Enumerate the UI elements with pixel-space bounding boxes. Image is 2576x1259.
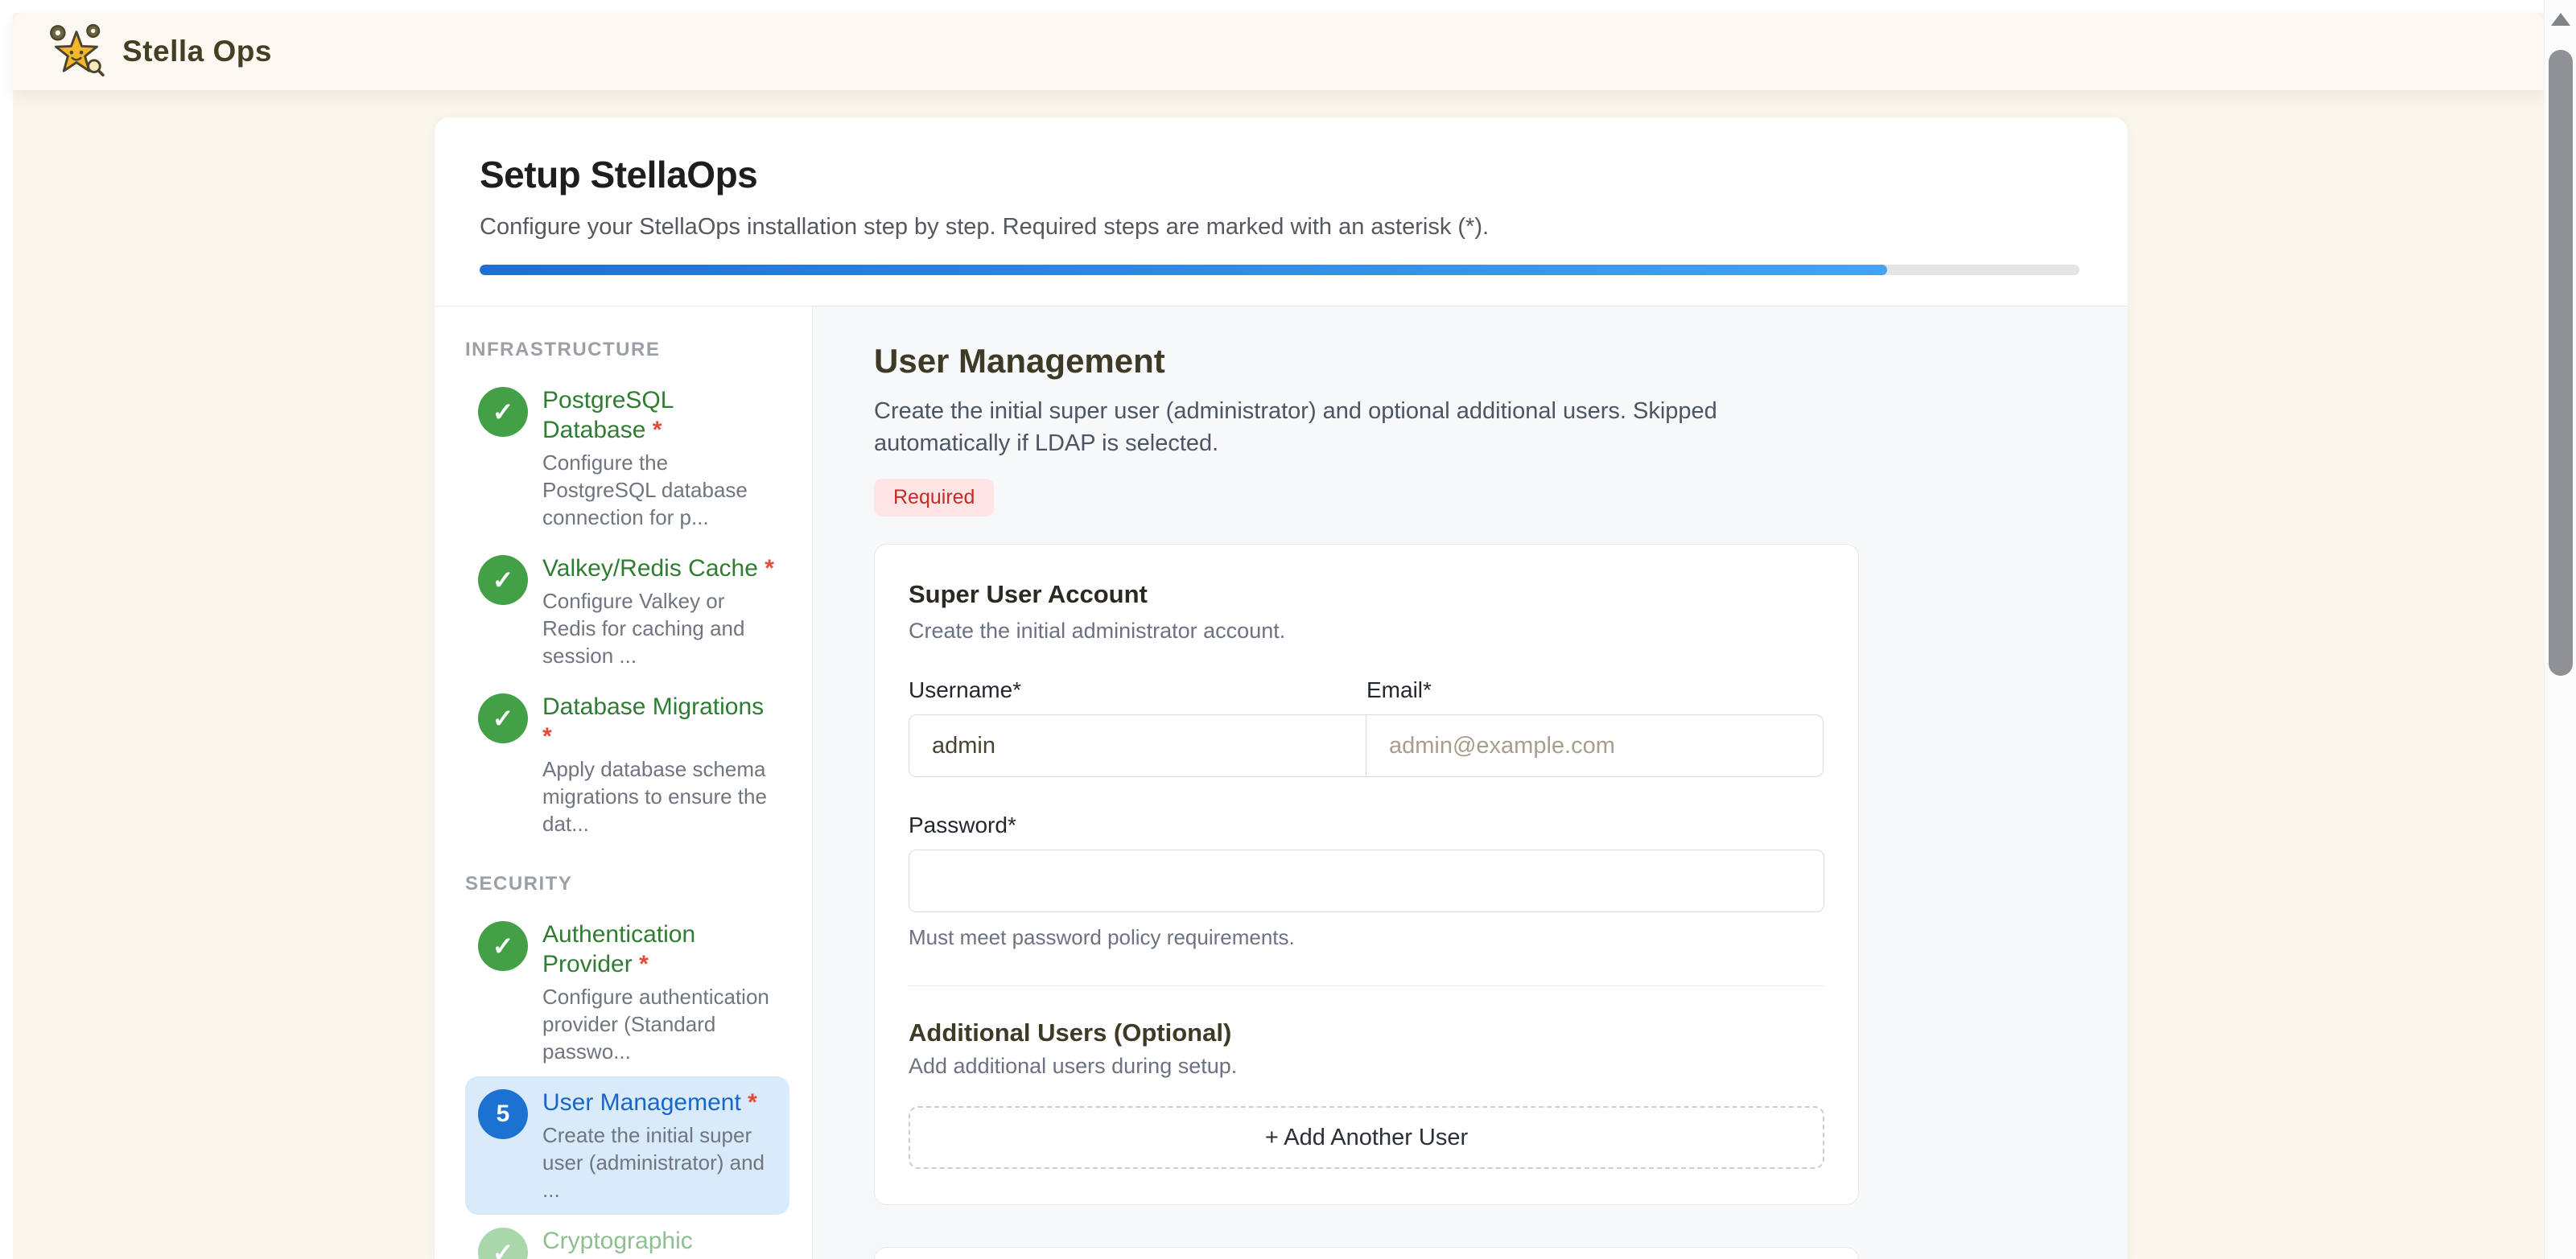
- setup-wizard-panel: Setup StellaOps Configure your StellaOps…: [435, 117, 2128, 1259]
- step-title-text: Cryptographic Provider: [542, 1228, 693, 1259]
- brand-name: Stella Ops: [122, 35, 272, 68]
- step-title: Valkey/Redis Cache *: [542, 553, 777, 583]
- additional-users-subtitle: Add additional users during setup.: [909, 1054, 1824, 1079]
- step-description: Configure Valkey or Redis for caching an…: [542, 587, 777, 669]
- required-asterisk: *: [653, 417, 662, 443]
- sidebar-item-user-management[interactable]: 5 User Management * Create the initial s…: [465, 1076, 789, 1215]
- browser-viewport: Stella Ops Setup StellaOps Configure you…: [0, 0, 2576, 1259]
- sidebar-item-postgresql-database[interactable]: ✓ PostgreSQL Database * Configure the Po…: [465, 374, 789, 542]
- step-description: Configure the PostgreSQL database connec…: [542, 449, 777, 531]
- card-title: Super User Account: [909, 580, 1824, 609]
- card-divider: [909, 985, 1824, 986]
- step-title: Cryptographic Provider: [542, 1226, 777, 1259]
- check-icon: ✓: [493, 933, 514, 959]
- step-title-text: Authentication Provider: [542, 921, 695, 977]
- progress-fill: [480, 265, 1887, 275]
- step-heading: User Management: [874, 342, 2128, 381]
- check-icon: ✓: [493, 567, 514, 593]
- page-subtitle: Configure your StellaOps installation st…: [480, 214, 2079, 241]
- password-helper-text: Must meet password policy requirements.: [909, 925, 1824, 950]
- additional-users-title: Additional Users (Optional): [909, 1018, 1824, 1047]
- step-title: User Management *: [542, 1088, 777, 1117]
- sidebar-item-cryptographic-provider[interactable]: ✓ Cryptographic Provider Select cryptogr…: [465, 1215, 789, 1259]
- check-icon: ✓: [493, 1240, 514, 1259]
- stella-ops-logo-icon: [45, 20, 108, 83]
- step-title: Database Migrations *: [542, 692, 777, 751]
- step-description: Create the initial super user (administr…: [542, 1121, 777, 1203]
- card-subtitle: Create the initial administrator account…: [909, 619, 1824, 644]
- wizard-header: Setup StellaOps Configure your StellaOps…: [435, 117, 2128, 307]
- add-another-user-button[interactable]: + Add Another User: [909, 1106, 1824, 1169]
- username-input[interactable]: [909, 714, 1366, 777]
- required-asterisk: *: [639, 951, 649, 977]
- sidebar-item-authentication-provider[interactable]: ✓ Authentication Provider * Configure au…: [465, 908, 789, 1076]
- step-done-icon: ✓: [478, 921, 528, 971]
- password-input[interactable]: [909, 850, 1824, 912]
- step-description: Configure authentication provider (Stand…: [542, 983, 777, 1065]
- required-asterisk: *: [765, 555, 774, 582]
- section-label-infrastructure: INFRASTRUCTURE: [465, 339, 789, 361]
- step-title: PostgreSQL Database *: [542, 385, 777, 445]
- sidebar-item-valkey-redis-cache[interactable]: ✓ Valkey/Redis Cache * Configure Valkey …: [465, 542, 789, 681]
- check-icon: ✓: [493, 706, 514, 731]
- password-label: Password*: [909, 813, 1824, 838]
- step-title-text: User Management: [542, 1089, 741, 1116]
- validation-checks-card: Validation Checks connectivity Check pas…: [874, 1247, 1859, 1259]
- setup-progress-bar: [480, 265, 2079, 275]
- step-done-icon: ✓: [478, 387, 528, 437]
- field-label-row: Username* Email*: [909, 677, 1824, 703]
- email-input[interactable]: [1366, 714, 1824, 777]
- check-icon: ✓: [493, 399, 514, 425]
- step-number-badge: 5: [478, 1089, 528, 1139]
- username-email-input-group: [909, 714, 1824, 777]
- required-asterisk: *: [542, 723, 552, 750]
- super-user-account-card: Super User Account Create the initial ad…: [874, 544, 1859, 1205]
- wizard-body: INFRASTRUCTURE ✓ PostgreSQL Database * C…: [435, 307, 2128, 1259]
- step-done-icon: ✓: [478, 693, 528, 743]
- sidebar-item-database-migrations[interactable]: ✓ Database Migrations * Apply database s…: [465, 681, 789, 849]
- scrollbar-thumb[interactable]: [2549, 50, 2573, 676]
- step-description: Apply database schema migrations to ensu…: [542, 755, 777, 837]
- step-done-icon: ✓: [478, 555, 528, 605]
- top-navbar: Stella Ops: [13, 13, 2544, 90]
- step-heading-description: Create the initial super user (administr…: [874, 395, 1807, 459]
- step-title-text: Database Migrations: [542, 693, 764, 720]
- arrow-up-icon[interactable]: [2551, 13, 2570, 26]
- step-content-area: User Management Create the initial super…: [813, 307, 2128, 1259]
- username-label: Username*: [909, 677, 1366, 703]
- section-label-security: SECURITY: [465, 873, 789, 895]
- browser-scrollbar[interactable]: [2544, 0, 2576, 1259]
- step-title-text: Valkey/Redis Cache: [542, 555, 758, 582]
- required-asterisk: *: [748, 1089, 757, 1116]
- step-title: Authentication Provider *: [542, 920, 777, 979]
- steps-sidebar: INFRASTRUCTURE ✓ PostgreSQL Database * C…: [435, 307, 813, 1259]
- email-label: Email*: [1366, 677, 1824, 703]
- page-title: Setup StellaOps: [480, 153, 2079, 196]
- required-status-badge: Required: [874, 479, 994, 516]
- step-done-icon: ✓: [478, 1228, 528, 1259]
